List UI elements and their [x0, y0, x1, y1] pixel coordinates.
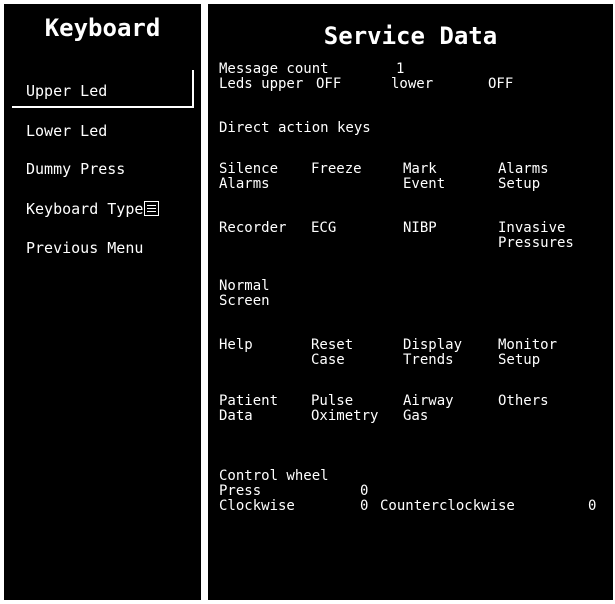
service-data-panel: Service Data Message count 1 Leds upper … — [208, 4, 613, 600]
menu-item-previous-menu[interactable]: Previous Menu — [26, 239, 143, 257]
key-line: Monitor — [498, 337, 558, 353]
key-line: Silence — [219, 161, 279, 177]
list-icon — [144, 201, 160, 216]
message-count-label: Message count — [219, 61, 329, 77]
key-line: Gas — [403, 408, 429, 424]
key-line: Setup — [498, 176, 541, 192]
message-count-value: 1 — [396, 61, 405, 77]
key-line: Alarms — [498, 161, 549, 177]
service-screen: Keyboard Upper Led Lower Led Dummy Press… — [0, 0, 615, 604]
key-line: Reset — [311, 337, 354, 353]
counterclockwise-value: 0 — [588, 498, 597, 514]
press-label: Press — [219, 483, 262, 499]
keyboard-menu-title: Keyboard — [44, 14, 161, 42]
keyboard-menu-panel: Keyboard Upper Led Lower Led Dummy Press… — [4, 4, 201, 600]
control-wheel-heading: Control wheel — [219, 468, 329, 484]
direct-action-keys-heading: Direct action keys — [219, 120, 371, 136]
menu-item-upper-led[interactable]: Upper Led — [26, 82, 107, 100]
key-line: Display — [403, 337, 463, 353]
key-line: Event — [403, 176, 446, 192]
clockwise-label: Clockwise — [219, 498, 295, 514]
clockwise-value: 0 — [360, 498, 369, 514]
menu-item-keyboard-type[interactable]: Keyboard Type — [26, 200, 160, 218]
key-line: Normal — [219, 278, 270, 294]
menu-item-dummy-press[interactable]: Dummy Press — [26, 160, 125, 178]
key-line: Alarms — [219, 176, 270, 192]
key-line: ECG — [311, 220, 337, 236]
leds-lower-label: lower — [391, 76, 434, 92]
key-line: Help — [219, 337, 253, 353]
counterclockwise-label: Counterclockwise — [380, 498, 515, 514]
key-line: NIBP — [403, 220, 437, 236]
key-line: Oximetry — [311, 408, 379, 424]
key-line: Trends — [403, 352, 454, 368]
key-line: Patient — [219, 393, 279, 409]
key-line: Invasive — [498, 220, 566, 236]
key-line: Airway — [403, 393, 454, 409]
key-line: Setup — [498, 352, 541, 368]
key-line: Data — [219, 408, 253, 424]
key-line: Case — [311, 352, 345, 368]
key-line: Pulse — [311, 393, 354, 409]
key-line: Pressures — [498, 235, 574, 251]
key-line: Screen — [219, 293, 270, 309]
key-line: Freeze — [311, 161, 362, 177]
menu-item-keyboard-type-label: Keyboard Type — [26, 200, 144, 218]
service-data-title: Service Data — [323, 22, 498, 50]
leds-upper-value: OFF — [316, 76, 342, 92]
leds-lower-value: OFF — [488, 76, 514, 92]
menu-item-lower-led[interactable]: Lower Led — [26, 122, 107, 140]
leds-upper-label: Leds upper — [219, 76, 304, 92]
press-value: 0 — [360, 483, 369, 499]
key-line: Others — [498, 393, 549, 409]
key-line: Mark — [403, 161, 437, 177]
key-line: Recorder — [219, 220, 287, 236]
